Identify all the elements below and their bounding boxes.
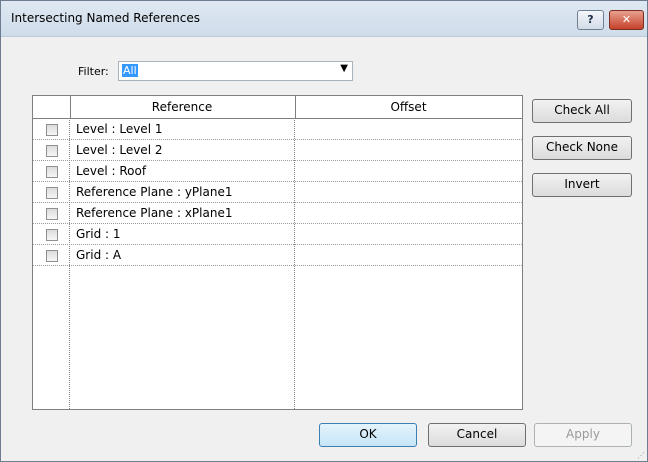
resize-grip-icon[interactable]: ⋰ bbox=[637, 451, 645, 460]
apply-button[interactable]: Apply bbox=[534, 423, 632, 447]
question-icon: ? bbox=[587, 13, 594, 26]
table-row[interactable]: Reference Plane : yPlane1 bbox=[33, 182, 522, 203]
check-all-button[interactable]: Check All bbox=[532, 99, 632, 123]
help-button[interactable]: ? bbox=[577, 10, 604, 30]
row-reference: Grid : A bbox=[76, 248, 122, 262]
row-reference: Level : Level 2 bbox=[76, 143, 163, 157]
check-none-button[interactable]: Check None bbox=[532, 136, 632, 160]
row-checkbox[interactable] bbox=[46, 250, 58, 262]
row-reference: Level : Roof bbox=[76, 164, 147, 178]
row-checkbox[interactable] bbox=[46, 145, 58, 157]
references-table: Reference Offset Level : Level 1 Level :… bbox=[32, 95, 523, 410]
dialog-window: Intersecting Named References ? ✕ Filter… bbox=[0, 0, 648, 462]
filter-selected-value: All bbox=[122, 64, 138, 77]
close-icon: ✕ bbox=[621, 13, 632, 26]
row-checkbox[interactable] bbox=[46, 208, 58, 220]
table-row[interactable]: Level : Roof bbox=[33, 161, 522, 182]
filter-label: Filter: bbox=[78, 65, 109, 78]
row-reference: Level : Level 1 bbox=[76, 122, 163, 136]
table-row[interactable]: Grid : A bbox=[33, 245, 522, 266]
cancel-button[interactable]: Cancel bbox=[428, 423, 526, 447]
row-checkbox[interactable] bbox=[46, 124, 58, 136]
table-row[interactable]: Level : Level 1 bbox=[33, 119, 522, 140]
row-checkbox[interactable] bbox=[46, 187, 58, 199]
header-reference: Reference bbox=[151, 100, 213, 114]
window-title: Intersecting Named References bbox=[11, 11, 200, 25]
row-reference: Reference Plane : xPlane1 bbox=[76, 206, 233, 220]
table-row[interactable]: Reference Plane : xPlane1 bbox=[33, 203, 522, 224]
filter-dropdown[interactable]: All ▼ bbox=[118, 61, 353, 81]
table-header: Reference Offset bbox=[33, 96, 522, 119]
chevron-down-icon[interactable]: ▼ bbox=[340, 63, 348, 74]
title-bar: Intersecting Named References ? ✕ bbox=[1, 1, 647, 37]
header-separator bbox=[70, 96, 71, 118]
close-button[interactable]: ✕ bbox=[609, 10, 644, 30]
table-row[interactable]: Grid : 1 bbox=[33, 224, 522, 245]
row-checkbox[interactable] bbox=[46, 166, 58, 178]
header-offset: Offset bbox=[390, 100, 427, 114]
row-checkbox[interactable] bbox=[46, 229, 58, 241]
invert-button[interactable]: Invert bbox=[532, 173, 632, 197]
row-reference: Grid : 1 bbox=[76, 227, 121, 241]
table-row[interactable]: Level : Level 2 bbox=[33, 140, 522, 161]
ok-button[interactable]: OK bbox=[319, 423, 417, 447]
row-reference: Reference Plane : yPlane1 bbox=[76, 185, 233, 199]
